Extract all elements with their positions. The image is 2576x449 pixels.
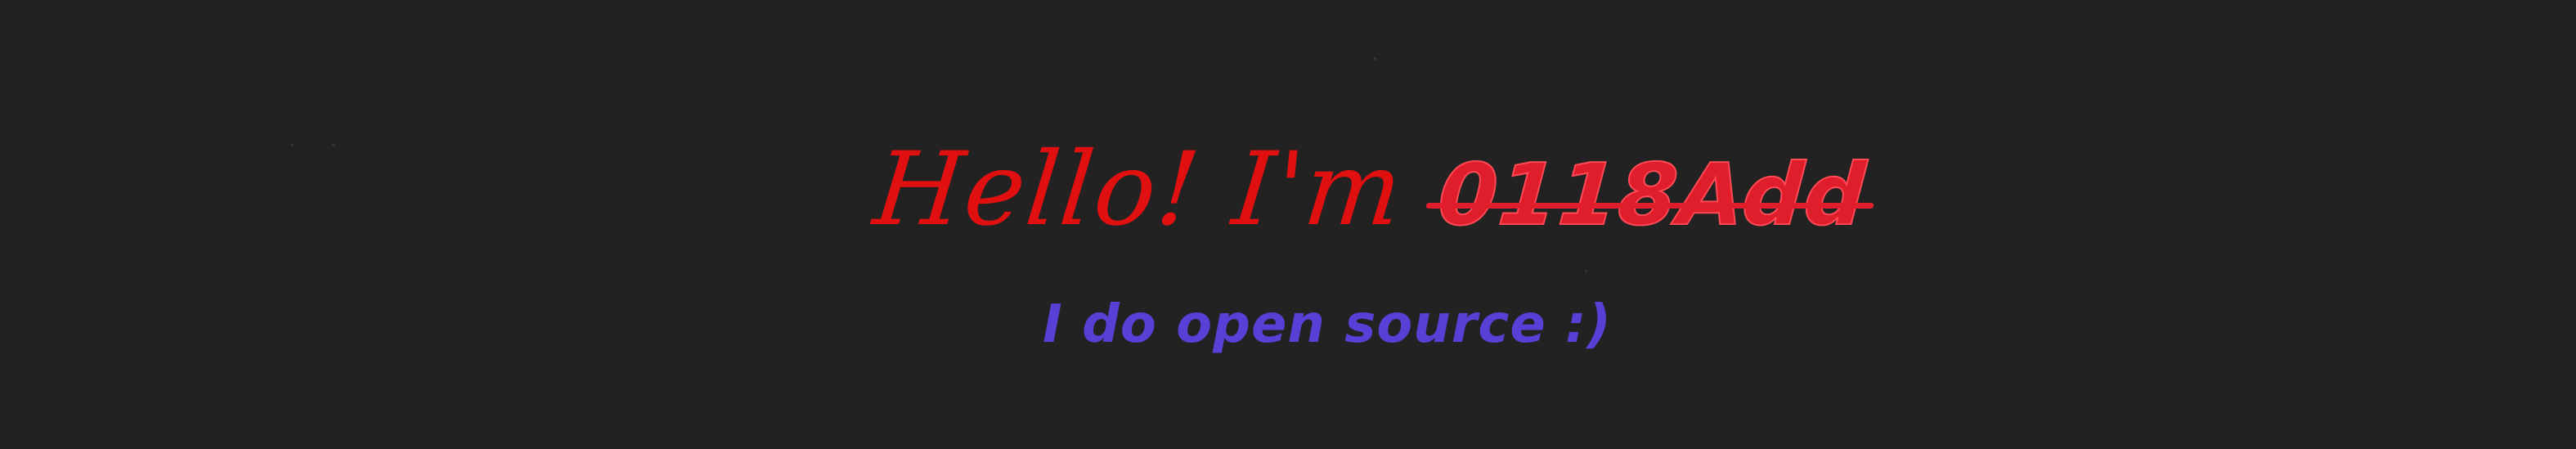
background-speck	[332, 144, 334, 146]
strikethrough-line	[1426, 202, 1874, 209]
background-speck	[1374, 57, 1376, 60]
background-speck	[1585, 270, 1587, 272]
tagline-text: I do open source :)	[1043, 294, 1612, 355]
greeting-text: Hello! I'm	[868, 131, 1409, 249]
handle-text: 0118Add	[1426, 144, 1874, 245]
readme-banner: Hello! I'm 0118Add I do open source :)	[0, 0, 2576, 449]
background-speck	[291, 144, 294, 146]
headline: Hello! I'm 0118Add	[868, 131, 1874, 249]
handle-label: 0118Add	[1434, 144, 1870, 245]
